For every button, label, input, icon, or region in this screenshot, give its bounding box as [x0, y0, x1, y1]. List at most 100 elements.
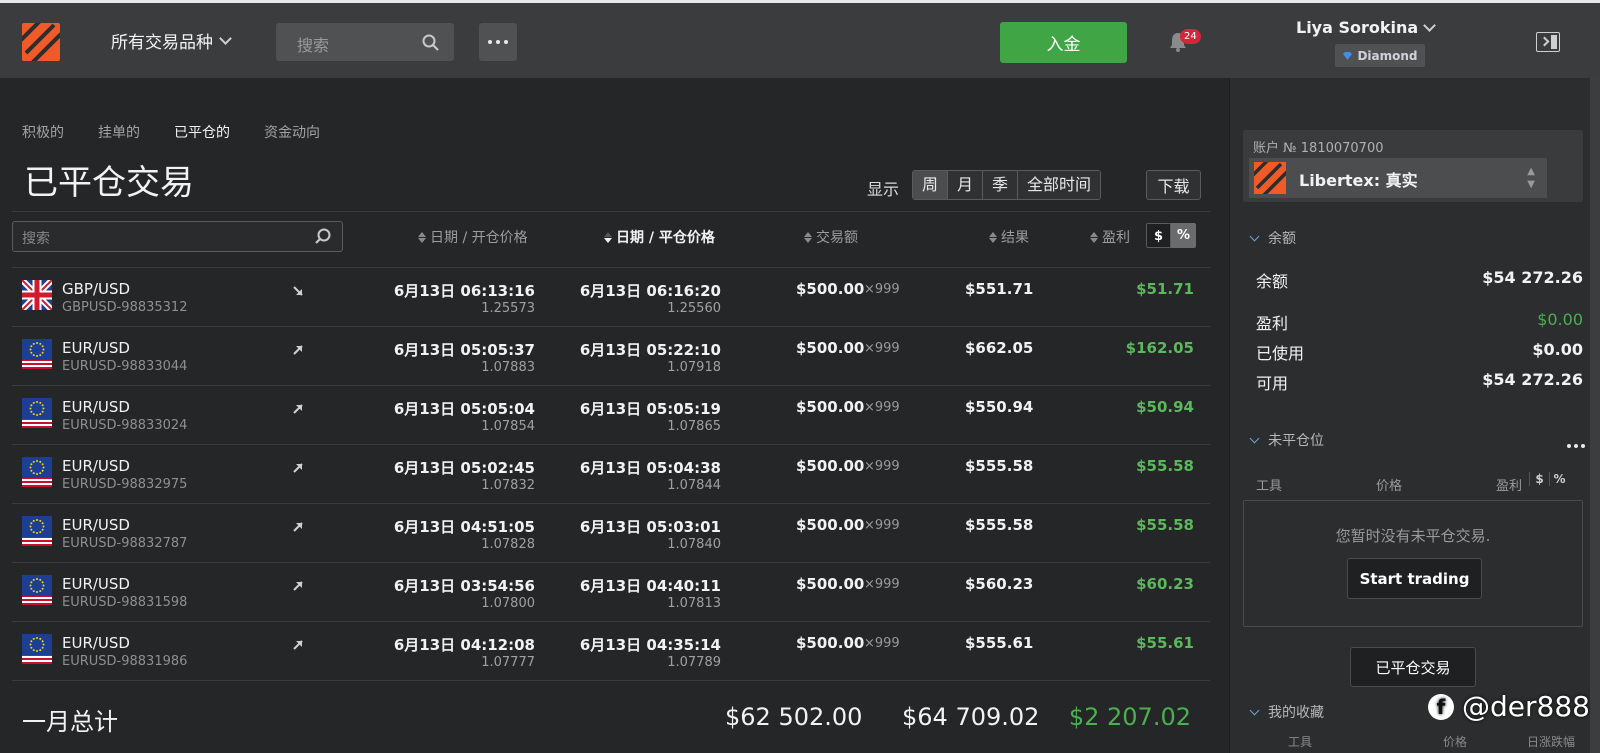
table-row[interactable]: EUR/USD EURUSD-98832975 6月13日 05:02:45 1…	[12, 445, 1210, 504]
trade-id: GBPUSD-98835312	[62, 300, 188, 315]
close-price: 1.07918	[667, 360, 721, 375]
start-trading-button[interactable]: Start trading	[1347, 558, 1482, 599]
more-options-icon[interactable]	[1567, 444, 1585, 448]
column-open[interactable]: 日期 / 开仓价格	[418, 227, 528, 247]
sort-icon	[1090, 231, 1098, 243]
unit-percent-button[interactable]: %	[1171, 223, 1196, 248]
page-title: 已平仓交易	[24, 163, 194, 203]
table-row[interactable]: EUR/USD EURUSD-98832787 6月13日 04:51:05 1…	[12, 504, 1210, 563]
trade-result: $555.58	[965, 457, 1034, 475]
tab-closed[interactable]: 已平仓的	[174, 122, 230, 142]
eu-flag-icon	[22, 339, 52, 369]
trade-pnl: $51.71	[1136, 280, 1194, 298]
balance-section-header[interactable]: 余额	[1249, 228, 1296, 248]
fav-col-instrument: 工具	[1288, 735, 1313, 749]
pair-name: EUR/USD	[62, 575, 130, 593]
close-datetime: 6月13日 05:05:19	[579, 400, 721, 418]
open-price: 1.07832	[481, 478, 535, 493]
column-close[interactable]: 日期 / 平仓价格	[604, 227, 715, 247]
table-search-input[interactable]: 搜索	[12, 221, 343, 252]
open-datetime: 6月13日 05:05:37	[393, 341, 535, 359]
open-datetime: 6月13日 04:51:05	[393, 518, 535, 536]
arrow-up-right-icon	[293, 581, 303, 591]
trade-pnl: $50.94	[1136, 398, 1194, 416]
trade-id: EURUSD-98833044	[62, 359, 188, 374]
trade-result: $551.71	[965, 280, 1034, 298]
trade-id: EURUSD-98831986	[62, 654, 188, 669]
open-datetime: 6月13日 04:12:08	[393, 636, 535, 654]
tab-funds[interactable]: 资金动向	[264, 122, 320, 142]
arrow-down-right-icon	[293, 286, 303, 296]
instruments-label: 所有交易品种	[111, 33, 213, 53]
trade-amount: $500.00	[796, 339, 865, 357]
open-price: 1.07828	[481, 537, 535, 552]
period-quarter[interactable]: 季	[983, 171, 1019, 199]
multiplier: ×999	[864, 577, 900, 592]
mini-dollar-button[interactable]: $	[1529, 472, 1549, 486]
period-week[interactable]: 周	[913, 171, 949, 199]
search-input[interactable]: 搜索	[276, 23, 454, 61]
pos-col-price: 价格	[1376, 479, 1403, 494]
close-datetime: 6月13日 06:16:20	[579, 282, 721, 300]
tab-pending[interactable]: 挂单的	[98, 122, 140, 142]
table-row[interactable]: EUR/USD EURUSD-98833044 6月13日 05:05:37 1…	[12, 327, 1210, 386]
more-menu-button[interactable]	[479, 23, 517, 61]
column-pnl[interactable]: 盈利	[1090, 227, 1130, 247]
table-row[interactable]: EUR/USD EURUSD-98831598 6月13日 03:54:56 1…	[12, 563, 1210, 622]
table-row[interactable]: EUR/USD EURUSD-98833024 6月13日 05:05:04 1…	[12, 386, 1210, 445]
trade-result: $560.23	[965, 575, 1034, 593]
close-datetime: 6月13日 05:03:01	[579, 518, 721, 536]
column-result[interactable]: 结果	[989, 227, 1029, 247]
account-selector[interactable]: Libertex: 真实 ▲ ▼	[1249, 158, 1547, 198]
mini-unit-toggle: $ %	[1529, 472, 1569, 486]
sort-icon	[604, 231, 612, 243]
table-row[interactable]: GBP/USD GBPUSD-98835312 6月13日 06:13:16 1…	[12, 268, 1210, 327]
arrow-up-right-icon	[293, 522, 303, 532]
mini-percent-button[interactable]: %	[1549, 472, 1569, 486]
diamond-icon	[1343, 51, 1353, 60]
collapse-panel-icon[interactable]	[1536, 32, 1560, 52]
download-button[interactable]: 下载	[1146, 170, 1201, 200]
total-pnl: $2 207.02	[1068, 703, 1191, 731]
libertex-logo[interactable]	[22, 23, 60, 61]
close-datetime: 6月13日 05:22:10	[579, 341, 721, 359]
unit-dollar-button[interactable]: $	[1146, 223, 1171, 248]
user-menu[interactable]: Liya Sorokina	[1296, 18, 1437, 37]
used-label: 已使用	[1256, 344, 1305, 363]
profit-value: $0.00	[1537, 310, 1583, 329]
instruments-dropdown[interactable]: 所有交易品种	[111, 28, 232, 53]
trade-id: EURUSD-98831598	[62, 595, 188, 610]
trade-result: $550.94	[965, 398, 1034, 416]
open-price: 1.07777	[481, 655, 535, 670]
table-row[interactable]: EUR/USD EURUSD-98831986 6月13日 04:12:08 1…	[12, 622, 1210, 681]
sidebar-scrollbar[interactable]	[1590, 78, 1600, 753]
deposit-button[interactable]: 入金	[1000, 22, 1127, 63]
close-datetime: 6月13日 05:04:38	[579, 459, 721, 477]
trade-amount: $500.00	[796, 634, 865, 652]
unit-toggle: $ %	[1146, 223, 1196, 248]
close-price: 1.07865	[667, 419, 721, 434]
trades-table: GBP/USD GBPUSD-98835312 6月13日 06:13:16 1…	[12, 268, 1210, 681]
trade-result: $555.58	[965, 516, 1034, 534]
multiplier: ×999	[864, 636, 900, 651]
trade-amount: $500.00	[796, 398, 865, 416]
closed-trades-button[interactable]: 已平仓交易	[1350, 647, 1476, 687]
eu-flag-icon	[22, 398, 52, 428]
trade-amount: $500.00	[796, 457, 865, 475]
close-price: 1.25560	[667, 301, 721, 316]
period-all[interactable]: 全部时间	[1018, 171, 1101, 199]
updown-icon: ▲ ▼	[1527, 166, 1535, 190]
trade-id: EURUSD-98832975	[62, 477, 188, 492]
close-price: 1.07844	[667, 478, 721, 493]
account-box: 账户 № 1810070700 Libertex: 真实 ▲ ▼	[1243, 130, 1583, 202]
period-month[interactable]: 月	[948, 171, 984, 199]
top-bar: 所有交易品种 搜索 入金 24 Liya Sorokina Diamond	[0, 0, 1600, 78]
tab-active[interactable]: 积极的	[22, 122, 64, 142]
open-positions-header[interactable]: 未平仓位	[1249, 430, 1324, 450]
favorites-header[interactable]: 我的收藏	[1249, 702, 1324, 722]
column-amount[interactable]: 交易额	[804, 227, 858, 247]
open-positions-label: 未平仓位	[1268, 433, 1324, 449]
total-amount: $62 502.00	[725, 703, 863, 731]
pair-name: EUR/USD	[62, 457, 130, 475]
open-price: 1.25573	[481, 301, 535, 316]
